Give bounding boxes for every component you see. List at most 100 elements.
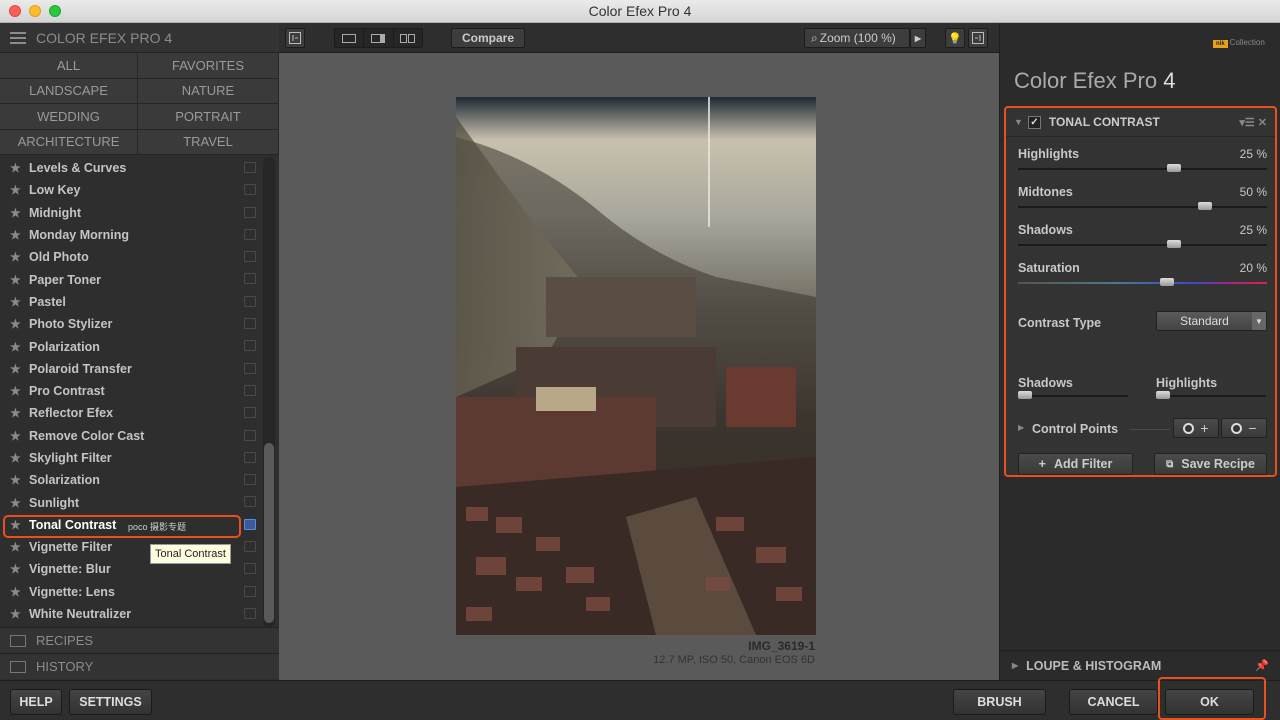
copy-icon[interactable] [244, 318, 256, 330]
slider-thumb[interactable] [1166, 240, 1181, 248]
remove-control-point-button[interactable]: − [1221, 418, 1267, 438]
category-favorites[interactable]: FAVORITES [138, 53, 279, 79]
star-icon[interactable]: ★ [10, 607, 29, 621]
loupe-histogram-section[interactable]: ▶ LOUPE & HISTOGRAM 📌 [1000, 650, 1280, 680]
filter-item[interactable]: ★ Old Photo [0, 246, 262, 268]
filter-item[interactable]: ★ White Neutralizer [0, 603, 262, 625]
category-all[interactable]: ALL [0, 53, 138, 79]
slider-track[interactable] [1018, 206, 1267, 208]
filter-item[interactable]: ★ Polarization [0, 335, 262, 357]
single-view-button[interactable] [335, 29, 365, 47]
star-icon[interactable]: ★ [10, 562, 29, 576]
star-icon[interactable]: ★ [10, 362, 29, 376]
copy-icon[interactable] [244, 206, 256, 218]
copy-icon[interactable] [244, 474, 256, 486]
copy-icon[interactable] [244, 541, 256, 553]
copy-icon[interactable] [244, 340, 256, 352]
zoom-dropdown-button[interactable]: ▶ [910, 28, 926, 48]
copy-icon[interactable] [244, 563, 256, 575]
star-icon[interactable]: ★ [10, 496, 29, 510]
filter-item[interactable]: ★ Skylight Filter [0, 447, 262, 469]
category-wedding[interactable]: WEDDING [0, 104, 138, 130]
filter-menu-icon[interactable]: ▾☰ [1239, 117, 1254, 129]
star-icon[interactable]: ★ [10, 161, 29, 175]
preview-image[interactable] [456, 97, 816, 635]
filter-browser-header[interactable]: COLOR EFEX PRO 4 [0, 23, 279, 53]
filter-item[interactable]: ★ Midnight [0, 202, 262, 224]
slider-track[interactable] [1018, 244, 1267, 246]
copy-icon[interactable] [244, 496, 256, 508]
compare-button[interactable]: Compare [451, 28, 525, 48]
filter-item[interactable]: ★ Levels & Curves [0, 157, 262, 179]
star-icon[interactable]: ★ [10, 406, 29, 420]
category-travel[interactable]: TRAVEL [138, 129, 279, 155]
copy-icon[interactable] [244, 295, 256, 307]
slider-track[interactable] [1156, 395, 1266, 397]
side-by-side-view-button[interactable] [394, 29, 422, 47]
star-icon[interactable]: ★ [10, 273, 29, 287]
saturation-value[interactable]: 20 % [1240, 261, 1267, 275]
scrollbar-thumb[interactable] [264, 443, 274, 623]
filter-item[interactable]: ★ Polaroid Transfer [0, 358, 262, 380]
filter-item[interactable]: ★ Reflector Efex [0, 402, 262, 424]
cancel-button[interactable]: CANCEL [1069, 689, 1158, 715]
hide-left-panel-button[interactable] [285, 28, 305, 48]
slider-thumb[interactable] [1160, 278, 1175, 286]
save-recipe-button[interactable]: ⧉ Save Recipe [1154, 453, 1267, 475]
category-architecture[interactable]: ARCHITECTURE [0, 129, 138, 155]
contrast-type-dropdown[interactable]: Standard ▼ [1156, 311, 1267, 331]
star-icon[interactable]: ★ [10, 250, 29, 264]
star-icon[interactable]: ★ [10, 183, 29, 197]
filter-enable-checkbox[interactable]: ✓ [1027, 115, 1041, 129]
copy-icon[interactable] [244, 228, 256, 240]
copy-icon[interactable] [244, 162, 256, 173]
copy-icon[interactable] [244, 429, 256, 441]
slider-track[interactable] [1018, 395, 1128, 397]
copy-icon[interactable] [244, 251, 256, 263]
slider-thumb[interactable] [1018, 391, 1032, 399]
pin-icon[interactable]: 📌 [1255, 659, 1269, 672]
shadows-value[interactable]: 25 % [1240, 223, 1267, 237]
background-light-button[interactable]: 💡 [945, 28, 965, 48]
settings-button[interactable]: SETTINGS [69, 689, 152, 715]
star-icon[interactable]: ★ [10, 429, 29, 443]
recipes-section[interactable]: RECIPES [0, 627, 279, 653]
copy-icon[interactable] [244, 184, 256, 196]
filter-item[interactable]: ★ Remove Color Cast [0, 425, 262, 447]
star-icon[interactable]: ★ [10, 473, 29, 487]
filter-item[interactable]: ★ Pastel [0, 291, 262, 313]
copy-icon[interactable] [244, 384, 256, 396]
slider-thumb[interactable] [1197, 202, 1212, 210]
star-icon[interactable]: ★ [10, 540, 29, 554]
remove-filter-icon[interactable]: ✕ [1258, 117, 1267, 129]
expand-triangle-icon[interactable]: ▶ [1018, 423, 1024, 432]
star-icon[interactable]: ★ [10, 340, 29, 354]
split-view-button[interactable] [364, 29, 394, 47]
filter-item[interactable]: ★ Vignette: Lens [0, 581, 262, 603]
star-icon[interactable]: ★ [10, 228, 29, 242]
category-landscape[interactable]: LANDSCAPE [0, 78, 138, 104]
filter-list-scrollbar[interactable] [263, 157, 275, 627]
zoom-button[interactable]: ⌕ Zoom (100 %) [804, 28, 910, 48]
history-section[interactable]: HISTORY [0, 653, 279, 679]
saturation-track[interactable] [1018, 282, 1267, 284]
star-icon[interactable]: ★ [10, 317, 29, 331]
add-control-point-button[interactable]: + [1173, 418, 1219, 438]
copy-icon[interactable] [244, 607, 256, 619]
highlights-value[interactable]: 25 % [1240, 147, 1267, 161]
star-icon[interactable]: ★ [10, 295, 29, 309]
brush-button[interactable]: BRUSH [953, 689, 1046, 715]
help-button[interactable]: HELP [10, 689, 62, 715]
hide-right-panel-button[interactable] [968, 28, 988, 48]
copy-icon[interactable] [244, 273, 256, 285]
category-portrait[interactable]: PORTRAIT [138, 104, 279, 130]
filter-item[interactable]: ★ Low Key [0, 179, 262, 201]
slider-track[interactable] [1018, 168, 1267, 170]
filter-item[interactable]: ★ Solarization [0, 469, 262, 491]
filter-item[interactable]: ★ Photo Stylizer [0, 313, 262, 335]
star-icon[interactable]: ★ [10, 585, 29, 599]
filter-item[interactable]: ★ Sunlight [0, 491, 262, 513]
star-icon[interactable]: ★ [10, 451, 29, 465]
slider-thumb[interactable] [1166, 164, 1181, 172]
midtones-value[interactable]: 50 % [1240, 185, 1267, 199]
